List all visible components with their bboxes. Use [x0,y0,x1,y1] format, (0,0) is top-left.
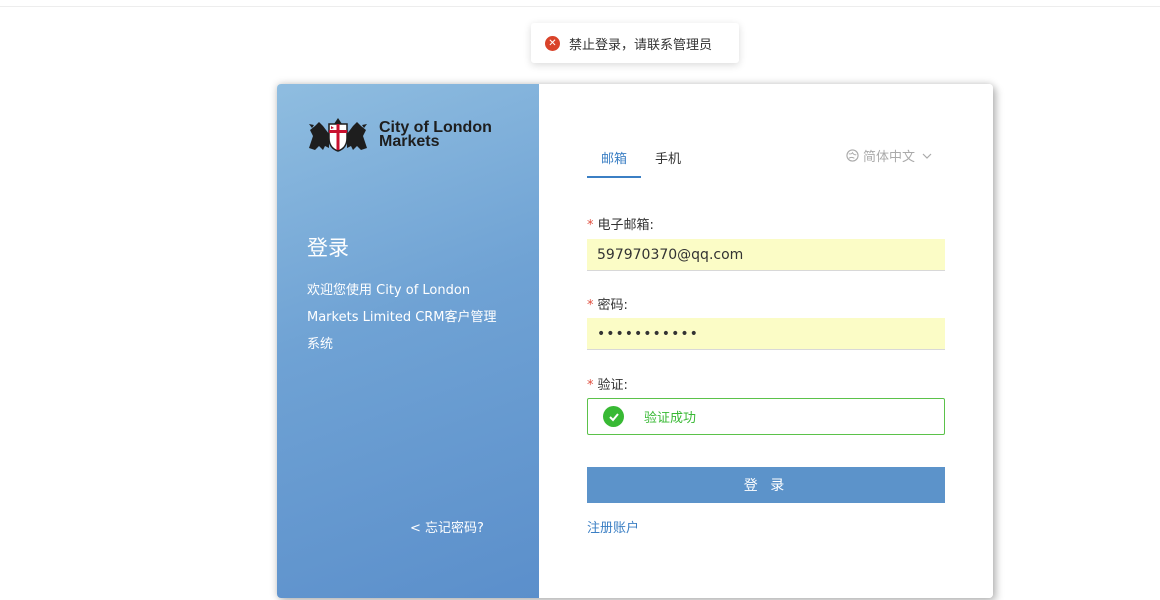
welcome-text: 欢迎您使用 City of London Markets Limited CRM… [307,283,497,352]
captcha-verify-box[interactable]: 验证成功 [587,398,945,435]
brand-name-line2: Markets [379,133,440,150]
top-divider [0,6,1160,7]
email-input[interactable]: 597970370@qq.com [587,239,945,271]
verify-label-text: 验证: [597,378,628,393]
language-selector[interactable]: 简体中文 [846,146,932,165]
error-toast: ✕ 禁止登录，请联系管理员 [531,23,739,63]
right-panel: 邮箱 手机 简体中文 * 电子邮箱: 597970370@qq.com * 密码… [539,84,993,598]
password-label-text: 密码: [597,298,628,313]
language-label: 简体中文 [862,150,915,165]
globe-icon [846,149,859,162]
required-mark: * [587,298,594,313]
tab-email[interactable]: 邮箱 [587,142,642,178]
brand-name: City of London Markets [379,120,492,150]
verify-label: * 验证: [587,374,628,393]
left-title: 登录 [307,236,349,260]
left-panel: City of London Markets 登录 欢迎您使用 City of … [277,84,539,598]
check-icon [608,412,619,421]
crest-icon [309,118,367,152]
check-circle-icon [603,406,624,427]
email-label-text: 电子邮箱: [597,218,654,233]
tab-phone[interactable]: 手机 [641,142,695,178]
password-label: * 密码: [587,294,628,313]
close-circle-icon: ✕ [545,35,560,51]
brand-logo: City of London Markets [307,118,492,152]
required-mark: * [587,218,594,233]
forgot-password-link[interactable]: < 忘记密码? [410,517,484,536]
login-card: City of London Markets 登录 欢迎您使用 City of … [277,84,993,598]
toast-message: 禁止登录，请联系管理员 [569,37,713,53]
verify-status: 验证成功 [644,411,697,426]
login-page: ✕ 禁止登录，请联系管理员 City of London Markets 登录 … [0,0,1160,600]
login-button[interactable]: 登 录 [587,467,945,503]
password-input[interactable]: ••••••••••• [587,318,945,350]
register-link[interactable]: 注册账户 [587,517,639,536]
chevron-down-icon [922,153,932,159]
required-mark: * [587,378,594,393]
email-label: * 电子邮箱: [587,214,654,233]
login-tabs: 邮箱 手机 [587,142,695,178]
